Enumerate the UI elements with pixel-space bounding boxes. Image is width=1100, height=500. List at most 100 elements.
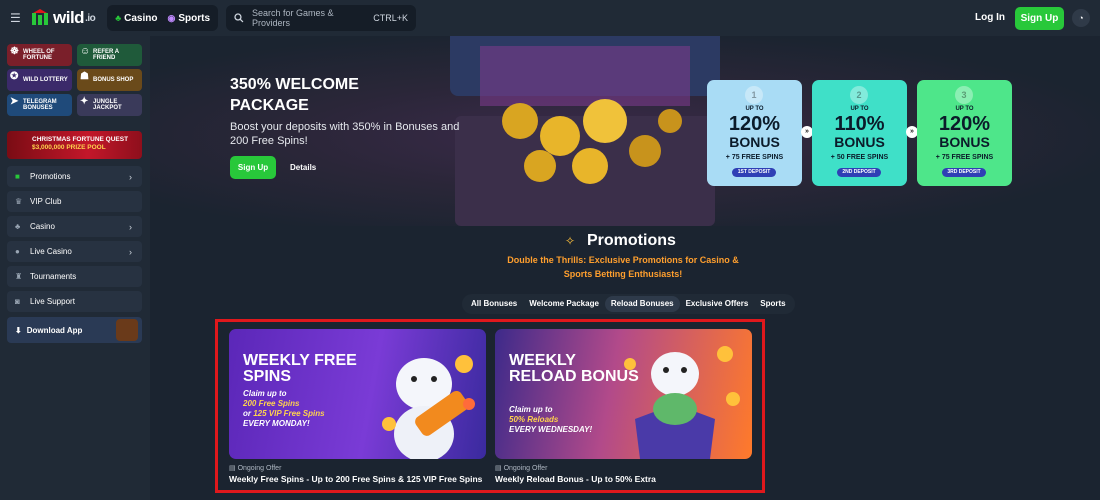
desc-line: EVERY MONDAY! xyxy=(243,419,310,428)
card-deposit-badge: 2ND DEPOSIT xyxy=(837,168,881,177)
card-upto: UP TO xyxy=(745,106,764,112)
desc-line: Claim up to xyxy=(243,389,287,398)
polar-bear-illustration xyxy=(382,355,475,459)
chat-icon[interactable]: ◔ xyxy=(1072,9,1090,27)
promo-title-link[interactable]: Weekly Reload Bonus - Up to 50% Extra xyxy=(495,474,656,484)
live-icon: ● xyxy=(15,247,20,256)
nav-label: Promotions xyxy=(30,172,71,181)
desc-highlight: 50% Reloads xyxy=(509,415,559,424)
desc-line: Claim up to xyxy=(509,405,553,414)
welcome-hero: 350% WELCOME PACKAGE Boost your deposits… xyxy=(150,36,1100,226)
sidebar-item-vip-club[interactable]: ♛ VIP Club xyxy=(7,191,142,212)
signup-button[interactable]: Sign Up xyxy=(1015,7,1064,30)
hero-details-link[interactable]: Details xyxy=(290,163,316,172)
tab-sports-label: Sports xyxy=(178,12,211,24)
app-icon xyxy=(116,319,138,341)
nav-label: Live Support xyxy=(30,297,75,306)
wheel-icon: ☸ xyxy=(10,46,19,57)
trophy-icon: ♜ xyxy=(15,272,23,281)
nav-label: VIP Club xyxy=(30,197,62,206)
card-percent: 120% xyxy=(938,113,991,135)
promo-tag-label: Ongoing Offer xyxy=(237,465,282,472)
treasure-chest-illustration xyxy=(450,36,720,226)
promo-banner-desc: Claim up to 200 Free Spins or 125 VIP Fr… xyxy=(243,389,363,429)
sidebar-item-casino[interactable]: ♣ Casino › xyxy=(7,216,142,237)
tile-label: Bonus Shop xyxy=(93,77,134,83)
desc-line: or xyxy=(243,409,251,418)
promo-tag-label: Ongoing Offer xyxy=(503,465,548,472)
tile-refer-a-friend[interactable]: ☺ Refer a Friend xyxy=(77,44,142,66)
deposit-card-2[interactable]: 2 UP TO 110% BONUS + 50 FREE SPINS 2ND D… xyxy=(812,80,907,186)
desc-line: EVERY WEDNESDAY! xyxy=(509,425,593,434)
card-bonus: BONUS xyxy=(729,134,780,150)
filter-reload-bonuses[interactable]: Reload Bonuses xyxy=(604,296,680,312)
sidebar-item-live-casino[interactable]: ● Live Casino › xyxy=(7,241,142,262)
card-deposit-badge: 3RD DEPOSIT xyxy=(942,168,986,177)
filter-exclusive-offers[interactable]: Exclusive Offers xyxy=(680,296,755,312)
tile-wild-lottery[interactable]: ✪ Wild Lottery xyxy=(7,69,72,91)
card-percent: 110% xyxy=(834,113,885,135)
search-placeholder: Search for Games & Providers xyxy=(251,8,334,28)
search-shortcut: CTRL+K xyxy=(373,13,409,23)
promo-tag: ▤ Ongoing Offer xyxy=(229,465,282,472)
xmas-line1: Christmas Fortune Quest xyxy=(32,136,129,143)
chevron-right-icon: › xyxy=(129,246,132,257)
casino-icon: ♣ xyxy=(15,222,21,231)
sidebar-item-promotions[interactable]: ■ Promotions › xyxy=(7,166,142,187)
sidebar-item-live-support[interactable]: ◙ Live Support xyxy=(7,291,142,312)
nav-label: Tournaments xyxy=(30,272,77,281)
promo-card-weekly-free-spins[interactable]: WEEKLY FREE SPINS Claim up to 200 Free S… xyxy=(229,329,486,459)
card-deposit-badge: 1ST DEPOSIT xyxy=(732,168,776,177)
chevron-right-icon: › xyxy=(129,221,132,232)
logo[interactable]: wild .io xyxy=(30,8,96,28)
tile-label: Wheel of Fortune xyxy=(23,49,55,61)
tile-telegram-bonuses[interactable]: ➤ Telegram Bonuses xyxy=(7,94,72,116)
christmas-quest-banner[interactable]: Christmas Fortune Quest $3,000,000 prize… xyxy=(7,131,142,159)
hero-signup-button[interactable]: Sign Up xyxy=(230,156,276,179)
promo-banner-desc: Claim up to 50% Reloads EVERY WEDNESDAY! xyxy=(509,405,629,435)
lottery-icon: ✪ xyxy=(10,71,19,82)
deposit-card-1[interactable]: 1 UP TO 120% BONUS + 75 FREE SPINS 1ST D… xyxy=(707,80,802,186)
promo-title-link[interactable]: Weekly Free Spins - Up to 200 Free Spins… xyxy=(229,474,482,484)
card-bonus: BONUS xyxy=(834,134,885,150)
vip-icon: ♛ xyxy=(15,197,23,206)
desc-highlight: 125 VIP Free Spins xyxy=(253,409,325,418)
desc-highlight: 200 Free Spins xyxy=(243,399,300,408)
tile-wheel-of-fortune[interactable]: ☸ Wheel of Fortune xyxy=(7,44,72,66)
tile-label: Jungle Jackpot xyxy=(93,99,122,111)
promo-card-weekly-reload-bonus[interactable]: WEEKLY RELOAD BONUS Claim up to 50% Relo… xyxy=(495,329,752,459)
tile-label: Refer a Friend xyxy=(93,49,119,61)
nav-label: Casino xyxy=(30,222,55,231)
menu-icon[interactable]: ☰ xyxy=(10,11,24,25)
tab-sports[interactable]: ◉ Sports xyxy=(162,8,215,28)
casino-icon: ♣ xyxy=(115,13,122,23)
search-icon xyxy=(234,13,244,23)
deposit-card-3[interactable]: 3 UP TO 120% BONUS + 75 FREE SPINS 3RD D… xyxy=(917,80,1012,186)
top-bar: ☰ wild .io ♣ Casino ◉ Sports Search for Gam… xyxy=(0,0,1100,36)
support-icon: ◙ xyxy=(15,297,20,306)
card-upto: UP TO xyxy=(850,106,869,112)
tile-label: Wild Lottery xyxy=(23,77,68,83)
download-app-button[interactable]: ⬇ Download App xyxy=(7,317,142,343)
nav-label: Live Casino xyxy=(30,247,72,256)
promo-banner-title: WEEKLY FREE SPINS xyxy=(243,352,357,385)
shop-icon: ☗ xyxy=(80,71,89,82)
chevron-right-icon: › xyxy=(129,171,132,182)
tile-jungle-jackpot[interactable]: ✦ Jungle Jackpot xyxy=(77,94,142,116)
filter-welcome-package[interactable]: Welcome Package xyxy=(523,296,605,312)
sidebar-item-tournaments[interactable]: ♜ Tournaments xyxy=(7,266,142,287)
filter-sports[interactable]: Sports xyxy=(754,296,791,312)
xmas-line2: $3,000,000 prize pool xyxy=(32,144,106,151)
tab-casino-label: Casino xyxy=(124,12,158,24)
search-input[interactable]: Search for Games & Providers CTRL+K xyxy=(226,5,417,31)
promo-tag: ▤ Ongoing Offer xyxy=(495,465,548,472)
tile-bonus-shop[interactable]: ☗ Bonus Shop xyxy=(77,69,142,91)
filter-all-bonuses[interactable]: All Bonuses xyxy=(465,296,523,312)
husky-illustration xyxy=(624,346,740,459)
product-switch: ♣ Casino ◉ Sports xyxy=(107,5,219,31)
jackpot-icon: ✦ xyxy=(80,96,89,107)
tab-casino[interactable]: ♣ Casino xyxy=(110,8,162,28)
download-icon: ⬇ xyxy=(15,325,22,335)
login-button[interactable]: Log In xyxy=(975,12,1005,23)
card-number: 2 xyxy=(850,86,868,104)
